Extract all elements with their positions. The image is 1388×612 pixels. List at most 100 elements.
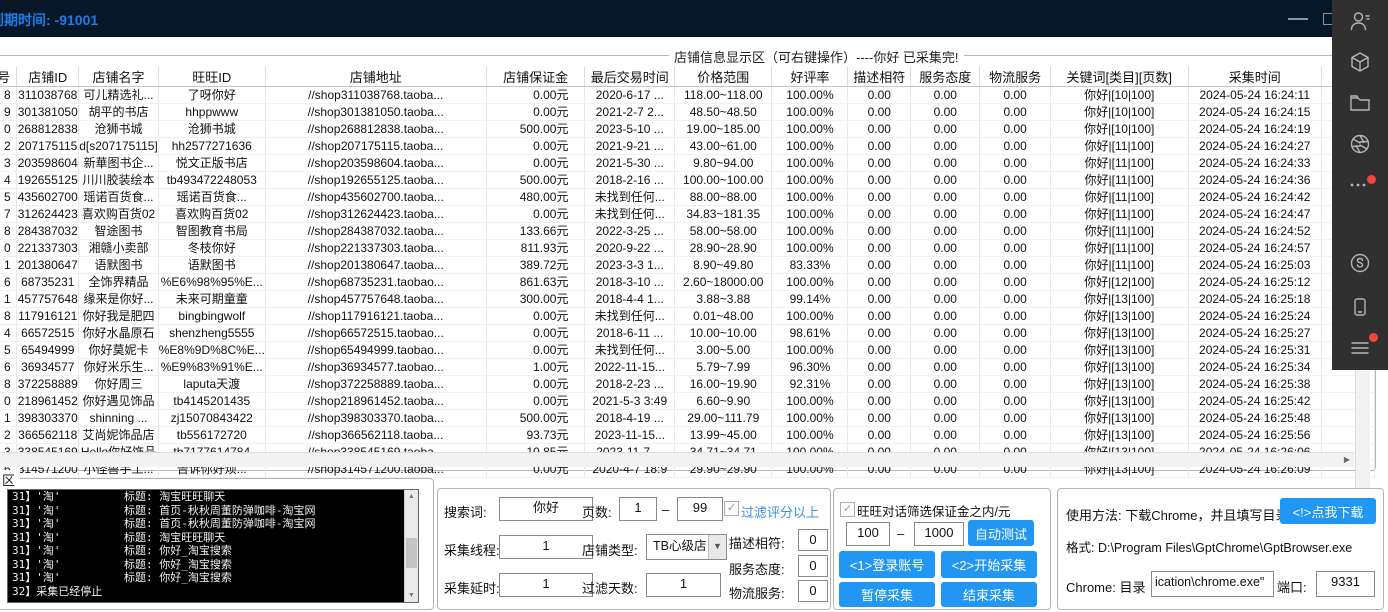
- page-to-input[interactable]: 99: [677, 497, 723, 521]
- column-header[interactable]: 店铺保证金: [486, 66, 585, 87]
- table-cell: 100.00%: [772, 206, 848, 223]
- table-row[interactable]: 0221337303湘赣小卖部冬枝你好//shop221337303.taoba…: [0, 240, 1375, 257]
- range-dash: –: [897, 526, 904, 541]
- table-row[interactable]: 8284387032智途图书智图教育书局//shop284387032.taob…: [0, 223, 1375, 240]
- table-row[interactable]: 4192655125川川胶装绘本tb493472248053//shop1926…: [0, 172, 1375, 189]
- download-chrome-button[interactable]: <!>点我下载: [1280, 498, 1376, 524]
- user-icon[interactable]: [1348, 9, 1372, 33]
- table-cell: 0.00元: [486, 104, 585, 121]
- minimize-button[interactable]: [1288, 18, 1308, 20]
- cube-icon[interactable]: [1348, 50, 1372, 74]
- port-input[interactable]: 9331: [1316, 571, 1375, 597]
- wangwang-filter-group: ✓ 旺旺对话筛选保证金之内/元 100 – 1000 自动测试 <1>登录账号 …: [833, 488, 1051, 610]
- menu-icon[interactable]: [1348, 336, 1372, 360]
- table-horizontal-scrollbar[interactable]: ▶: [0, 452, 1354, 467]
- table-row[interactable]: 7312624423喜欢购百货02喜欢购百货02//shop312624423.…: [0, 206, 1375, 223]
- table-cell: 2024-05-24 16:25:12: [1188, 274, 1321, 291]
- table-row[interactable]: 8117916121你好我是肥四bingbingwolf//shop117916…: [0, 308, 1375, 325]
- table-cell: 0.00: [848, 87, 911, 104]
- table-row[interactable]: 668735231全饰界精品%E6%98%95%E...//shop687352…: [0, 274, 1375, 291]
- filter-score-checkbox[interactable]: ✓: [724, 501, 739, 516]
- column-header[interactable]: 最后交易时间: [585, 66, 675, 87]
- table-cell: 5: [0, 189, 17, 206]
- column-header[interactable]: 描述相符: [848, 66, 911, 87]
- table-row[interactable]: 8311038768可儿精选礼...了呀你好//shop311038768.ta…: [0, 87, 1375, 104]
- table-row[interactable]: 565494999你好莫妮卡%E8%9D%8C%E...//shop654949…: [0, 342, 1375, 359]
- auto-test-button[interactable]: 自动测试: [968, 520, 1034, 546]
- column-header[interactable]: 关键词[类目][页数]: [1050, 66, 1188, 87]
- wangwang-filter-checkbox[interactable]: ✓: [840, 502, 855, 517]
- column-header[interactable]: 店铺名字: [79, 66, 159, 87]
- logistics-score-input[interactable]: 0: [798, 580, 828, 602]
- column-header[interactable]: 服务态度: [911, 66, 980, 87]
- table-cell: 0.00: [980, 155, 1050, 172]
- column-header[interactable]: 价格范围: [675, 66, 772, 87]
- table-row[interactable]: 2366562118艾尚妮饰品店tb556172720//shop3665621…: [0, 427, 1375, 444]
- deposit-max-input[interactable]: 1000: [914, 522, 964, 546]
- log-console[interactable]: 31】'淘'标题: 淘宝旺旺聊天31】'淘'标题: 首页-秋秋周董防弹咖啡-淘宝…: [7, 489, 419, 603]
- column-header[interactable]: 物流服务: [980, 66, 1050, 87]
- table-cell: 2021-9-21 ...: [585, 138, 675, 155]
- table-row[interactable]: 5435602700瑶诺百货食...瑶诺百货食...//shop43560270…: [0, 189, 1375, 206]
- table-row[interactable]: 1201380647语默图书语默图书//shop201380647.taoba.…: [0, 257, 1375, 274]
- delay-input[interactable]: 1: [499, 573, 593, 597]
- table-cell: //shop311038768.taoba...: [265, 87, 486, 104]
- table-row[interactable]: 9301381050胡平的书店hhppwww//shop301381050.ta…: [0, 104, 1375, 121]
- link-icon[interactable]: [1348, 251, 1372, 275]
- scroll-down-icon[interactable]: ▼: [405, 589, 418, 602]
- column-header[interactable]: 好评率: [772, 66, 848, 87]
- chrome-path-input[interactable]: ication\chrome.exe": [1151, 571, 1274, 597]
- console-scrollbar[interactable]: ▲ ▼: [404, 490, 418, 602]
- table-row[interactable]: 0218961452你好遇见饰品tb4145201435//shop218961…: [0, 393, 1375, 410]
- table-cell: 100.00%: [772, 393, 848, 410]
- stop-collect-button[interactable]: 结束采集: [941, 582, 1037, 607]
- table-cell: 0.00: [911, 291, 980, 308]
- chevron-down-icon[interactable]: ▼: [708, 535, 726, 559]
- table-cell: 语默图书: [79, 257, 159, 274]
- aperture-icon[interactable]: [1348, 132, 1372, 156]
- wangwang-filter-label[interactable]: 旺旺对话筛选保证金之内/元: [857, 501, 1010, 520]
- log-line: 31】'淘'标题: 淘宝旺旺聊天: [8, 490, 418, 504]
- column-header[interactable]: 店铺ID: [17, 66, 79, 87]
- column-header[interactable]: 号: [0, 66, 17, 87]
- table-cell: 新華图书企...: [79, 155, 159, 172]
- table-row[interactable]: 2207175115d[s207175115]hh2577271636//sho…: [0, 138, 1375, 155]
- table-row[interactable]: 1398303370shinning ...zj15070843422//sho…: [0, 410, 1375, 427]
- table-cell: 2024-05-24 16:25:27: [1188, 325, 1321, 342]
- table-cell: 瑶诺百货食...: [79, 189, 159, 206]
- usage-text: 使用方法: 下载Chrome，并且填写目录: [1066, 505, 1288, 524]
- folder-icon[interactable]: [1348, 91, 1372, 115]
- table-row[interactable]: 3203598604新華图书企...悦文正版书店//shop203598604.…: [0, 155, 1375, 172]
- login-account-button[interactable]: <1>登录账号: [839, 551, 935, 578]
- page-from-input[interactable]: 1: [619, 497, 657, 521]
- deposit-min-input[interactable]: 100: [846, 522, 890, 546]
- column-header[interactable]: 旺旺ID: [158, 66, 265, 87]
- table-row[interactable]: 466572515你好水晶原石shenzheng5555//shop665725…: [0, 325, 1375, 342]
- table-cell: 29.00~111.79: [675, 410, 772, 427]
- shop-type-select[interactable]: TB心级店 ▼: [646, 534, 727, 560]
- scroll-right-icon[interactable]: ▶: [1340, 453, 1354, 467]
- table-cell: 0.00: [911, 342, 980, 359]
- desc-score-input[interactable]: 0: [798, 529, 828, 551]
- shop-table-group-title: 店铺信息显示区（可右键操作）----你好 已采集完!: [669, 47, 964, 66]
- filter-score-label[interactable]: 过滤评分以上: [741, 502, 819, 521]
- start-collect-button[interactable]: <2>开始采集: [941, 551, 1037, 578]
- service-score-input[interactable]: 0: [798, 555, 828, 577]
- filter-days-input[interactable]: 1: [646, 573, 721, 597]
- table-row[interactable]: 636934577你好米乐生...%E9%83%91%E...//shop369…: [0, 359, 1375, 376]
- thread-input[interactable]: 1: [499, 535, 593, 559]
- pause-collect-button[interactable]: 暂停采集: [839, 582, 935, 607]
- column-header[interactable]: 店铺地址: [265, 66, 486, 87]
- table-row[interactable]: 8372258889你好周三laputa天渡//shop372258889.ta…: [0, 376, 1375, 393]
- table-cell: tb493472248053: [158, 172, 265, 189]
- table-cell: //shop312624423.taoba...: [265, 206, 486, 223]
- table-row[interactable]: 0268812838沧狮书城沧狮书城//shop268812838.taoba.…: [0, 121, 1375, 138]
- scrollbar-thumb[interactable]: [406, 538, 417, 568]
- phone-icon[interactable]: [1348, 295, 1372, 319]
- table-row[interactable]: 1457757648缘来是你好...未来可期童童//shop457757648.…: [0, 291, 1375, 308]
- log-line: 31】'淘'标题: 你好_淘宝搜索: [8, 558, 418, 572]
- scroll-up-icon[interactable]: ▲: [405, 490, 418, 503]
- table-cell: 0.00: [848, 308, 911, 325]
- column-header[interactable]: 采集时间: [1188, 66, 1321, 87]
- search-word-input[interactable]: 你好: [499, 497, 593, 521]
